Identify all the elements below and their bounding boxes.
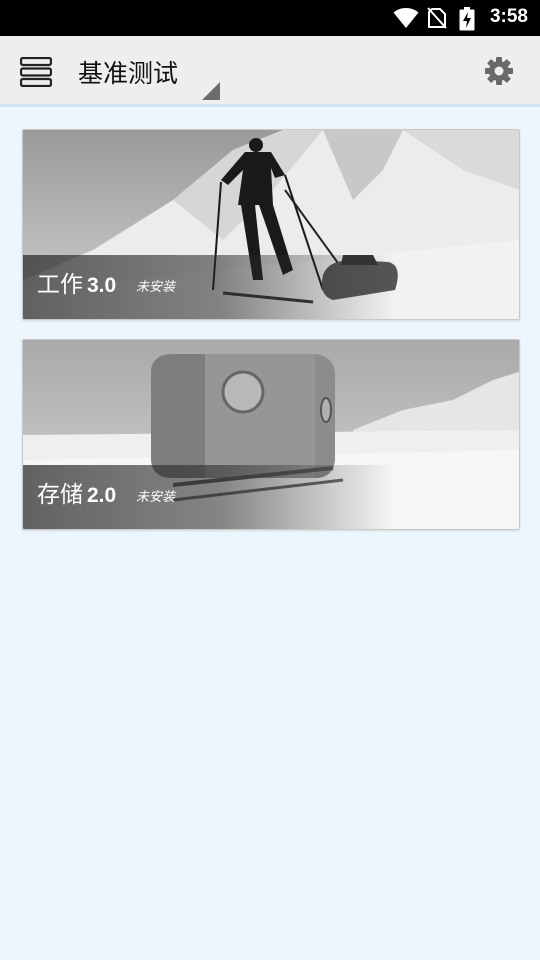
dropdown-triangle-icon[interactable] xyxy=(200,80,220,100)
benchmark-version: 2.0 xyxy=(87,484,117,507)
benchmark-card-storage[interactable]: 存储 2.0 未安装 xyxy=(22,339,520,530)
page-title[interactable]: 基准测试 xyxy=(78,54,178,90)
benchmark-title: 工作 3.0 xyxy=(37,272,117,298)
install-status: 未安装 xyxy=(136,280,176,295)
card-caption: 工作 3.0 未安装 xyxy=(23,255,519,319)
install-status: 未安装 xyxy=(136,490,176,505)
clock: 3:58 xyxy=(489,6,528,27)
menu-icon[interactable] xyxy=(20,57,52,87)
benchmark-version: 3.0 xyxy=(87,274,117,297)
gear-icon[interactable] xyxy=(484,56,514,86)
benchmark-title: 存储 2.0 xyxy=(37,482,117,508)
benchmark-card-work[interactable]: 工作 3.0 未安装 xyxy=(22,129,520,320)
wifi-icon xyxy=(393,8,419,28)
battery-charging-icon xyxy=(459,7,475,31)
no-sim-icon xyxy=(427,7,447,29)
app-bar: 基准测试 xyxy=(0,36,540,107)
status-bar: 3:58 xyxy=(0,0,540,36)
card-caption: 存储 2.0 未安装 xyxy=(23,465,519,529)
